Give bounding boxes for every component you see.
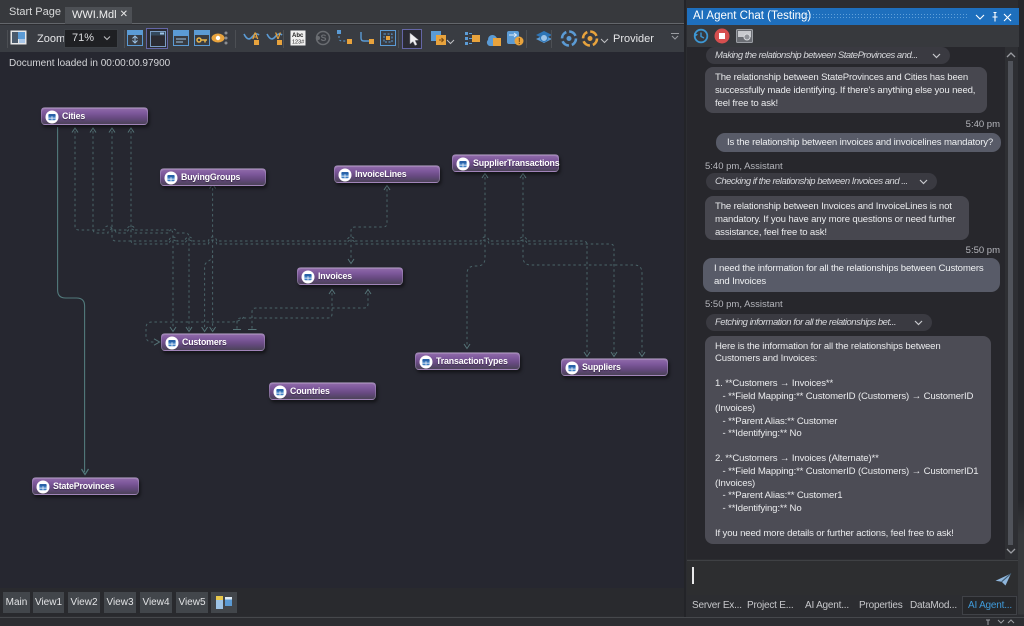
svg-text:V: V (275, 31, 281, 41)
svg-text:Abc: Abc (292, 33, 304, 39)
svg-text:A: A (252, 31, 259, 41)
svg-text:!: ! (518, 37, 521, 46)
svg-text:S: S (321, 33, 327, 43)
svg-text:123#: 123# (292, 40, 305, 46)
